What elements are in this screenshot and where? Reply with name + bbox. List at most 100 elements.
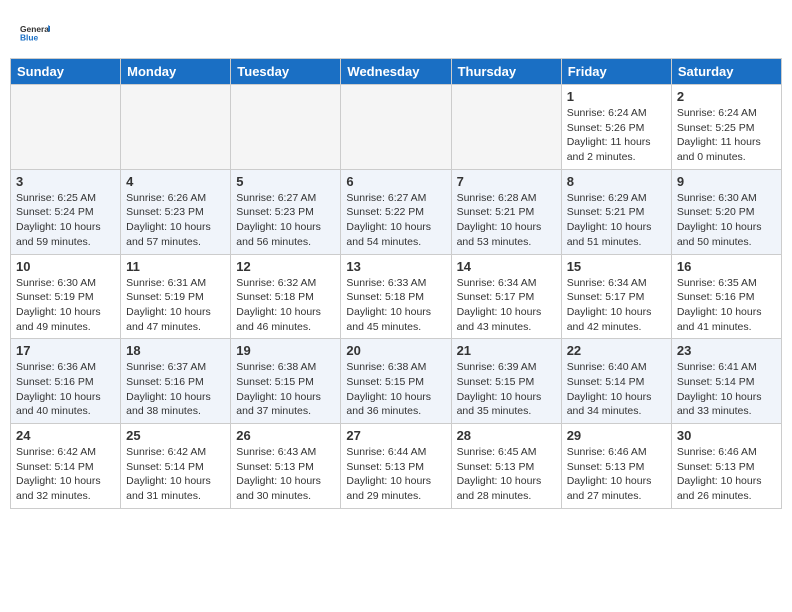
day-number: 11: [126, 259, 225, 274]
day-header-tuesday: Tuesday: [231, 59, 341, 85]
calendar-day-cell: 6Sunrise: 6:27 AM Sunset: 5:22 PM Daylig…: [341, 169, 451, 254]
calendar-day-cell: 19 Sunrise: 6:38 AM Sunset: 5:15 PM Dayli…: [231, 339, 341, 424]
day-info: Sunrise: 6:30 AM Sunset: 5:19 PM Dayligh…: [16, 276, 115, 335]
calendar-day-cell: 24 Sunrise: 6:42 AM Sunset: 5:14 PM Dayli…: [11, 424, 121, 509]
calendar-day-cell: 17 Sunrise: 6:36 AM Sunset: 5:16 PM Dayli…: [11, 339, 121, 424]
calendar-day-cell: 1 Sunrise: 6:24 AM Sunset: 5:26 PM Daylig…: [561, 85, 671, 170]
calendar-day-cell: 11 Sunrise: 6:31 AM Sunset: 5:19 PM Dayli…: [121, 254, 231, 339]
day-header-friday: Friday: [561, 59, 671, 85]
day-info: Sunrise: 6:43 AM Sunset: 5:13 PM Dayligh…: [236, 445, 335, 504]
day-number: 21: [457, 343, 556, 358]
calendar-header-row: SundayMondayTuesdayWednesdayThursdayFrid…: [11, 59, 782, 85]
day-info: Sunrise: 6:37 AM Sunset: 5:16 PM Dayligh…: [126, 360, 225, 419]
calendar-day-cell: 3 Sunrise: 6:25 AM Sunset: 5:24 PM Daylig…: [11, 169, 121, 254]
day-number: 22: [567, 343, 666, 358]
day-info: Sunrise: 6:44 AM Sunset: 5:13 PM Dayligh…: [346, 445, 445, 504]
calendar-day-cell: 7Sunrise: 6:28 AM Sunset: 5:21 PM Daylig…: [451, 169, 561, 254]
day-info: Sunrise: 6:34 AM Sunset: 5:17 PM Dayligh…: [457, 276, 556, 335]
calendar-day-cell: 14Sunrise: 6:34 AM Sunset: 5:17 PM Dayli…: [451, 254, 561, 339]
day-info: Sunrise: 6:32 AM Sunset: 5:18 PM Dayligh…: [236, 276, 335, 335]
day-header-wednesday: Wednesday: [341, 59, 451, 85]
day-number: 13: [346, 259, 445, 274]
calendar-day-cell: 18 Sunrise: 6:37 AM Sunset: 5:16 PM Dayli…: [121, 339, 231, 424]
day-number: 23: [677, 343, 776, 358]
calendar-day-cell: 15Sunrise: 6:34 AM Sunset: 5:17 PM Dayli…: [561, 254, 671, 339]
calendar-day-cell: 2 Sunrise: 6:24 AM Sunset: 5:25 PM Daylig…: [671, 85, 781, 170]
calendar-day-cell: 16Sunrise: 6:35 AM Sunset: 5:16 PM Dayli…: [671, 254, 781, 339]
calendar-day-cell: 28 Sunrise: 6:45 AM Sunset: 5:13 PM Dayli…: [451, 424, 561, 509]
day-info: Sunrise: 6:26 AM Sunset: 5:23 PM Dayligh…: [126, 191, 225, 250]
day-info: Sunrise: 6:40 AM Sunset: 5:14 PM Dayligh…: [567, 360, 666, 419]
calendar-table: SundayMondayTuesdayWednesdayThursdayFrid…: [10, 58, 782, 509]
logo-icon: General Blue: [20, 18, 50, 48]
calendar-day-cell: 26 Sunrise: 6:43 AM Sunset: 5:13 PM Dayli…: [231, 424, 341, 509]
day-info: Sunrise: 6:29 AM Sunset: 5:21 PM Dayligh…: [567, 191, 666, 250]
day-info: Sunrise: 6:31 AM Sunset: 5:19 PM Dayligh…: [126, 276, 225, 335]
day-number: 30: [677, 428, 776, 443]
calendar-day-cell: [451, 85, 561, 170]
day-header-thursday: Thursday: [451, 59, 561, 85]
calendar-day-cell: 9 Sunrise: 6:30 AM Sunset: 5:20 PM Daylig…: [671, 169, 781, 254]
day-number: 3: [16, 174, 115, 189]
calendar-day-cell: 22 Sunrise: 6:40 AM Sunset: 5:14 PM Dayli…: [561, 339, 671, 424]
day-info: Sunrise: 6:35 AM Sunset: 5:16 PM Dayligh…: [677, 276, 776, 335]
day-info: Sunrise: 6:24 AM Sunset: 5:26 PM Dayligh…: [567, 106, 666, 165]
day-info: Sunrise: 6:28 AM Sunset: 5:21 PM Dayligh…: [457, 191, 556, 250]
day-number: 8: [567, 174, 666, 189]
page-header: General Blue: [10, 10, 782, 54]
calendar-day-cell: 5 Sunrise: 6:27 AM Sunset: 5:23 PM Daylig…: [231, 169, 341, 254]
day-number: 5: [236, 174, 335, 189]
calendar-week-row: 17 Sunrise: 6:36 AM Sunset: 5:16 PM Dayli…: [11, 339, 782, 424]
day-number: 18: [126, 343, 225, 358]
day-number: 24: [16, 428, 115, 443]
calendar-week-row: 10Sunrise: 6:30 AM Sunset: 5:19 PM Dayli…: [11, 254, 782, 339]
day-info: Sunrise: 6:39 AM Sunset: 5:15 PM Dayligh…: [457, 360, 556, 419]
day-info: Sunrise: 6:42 AM Sunset: 5:14 PM Dayligh…: [16, 445, 115, 504]
calendar-day-cell: 4 Sunrise: 6:26 AM Sunset: 5:23 PM Daylig…: [121, 169, 231, 254]
day-info: Sunrise: 6:27 AM Sunset: 5:23 PM Dayligh…: [236, 191, 335, 250]
day-number: 20: [346, 343, 445, 358]
calendar-day-cell: 25Sunrise: 6:42 AM Sunset: 5:14 PM Dayli…: [121, 424, 231, 509]
calendar-day-cell: 12 Sunrise: 6:32 AM Sunset: 5:18 PM Dayli…: [231, 254, 341, 339]
day-info: Sunrise: 6:46 AM Sunset: 5:13 PM Dayligh…: [677, 445, 776, 504]
day-info: Sunrise: 6:34 AM Sunset: 5:17 PM Dayligh…: [567, 276, 666, 335]
calendar-day-cell: [341, 85, 451, 170]
day-header-saturday: Saturday: [671, 59, 781, 85]
day-info: Sunrise: 6:38 AM Sunset: 5:15 PM Dayligh…: [236, 360, 335, 419]
day-info: Sunrise: 6:30 AM Sunset: 5:20 PM Dayligh…: [677, 191, 776, 250]
day-info: Sunrise: 6:36 AM Sunset: 5:16 PM Dayligh…: [16, 360, 115, 419]
day-info: Sunrise: 6:33 AM Sunset: 5:18 PM Dayligh…: [346, 276, 445, 335]
day-number: 19: [236, 343, 335, 358]
day-info: Sunrise: 6:25 AM Sunset: 5:24 PM Dayligh…: [16, 191, 115, 250]
day-header-sunday: Sunday: [11, 59, 121, 85]
day-number: 6: [346, 174, 445, 189]
calendar-day-cell: 23 Sunrise: 6:41 AM Sunset: 5:14 PM Dayli…: [671, 339, 781, 424]
day-info: Sunrise: 6:41 AM Sunset: 5:14 PM Dayligh…: [677, 360, 776, 419]
day-number: 25: [126, 428, 225, 443]
day-number: 4: [126, 174, 225, 189]
day-info: Sunrise: 6:45 AM Sunset: 5:13 PM Dayligh…: [457, 445, 556, 504]
calendar-week-row: 24 Sunrise: 6:42 AM Sunset: 5:14 PM Dayli…: [11, 424, 782, 509]
calendar-day-cell: 10Sunrise: 6:30 AM Sunset: 5:19 PM Dayli…: [11, 254, 121, 339]
day-number: 17: [16, 343, 115, 358]
logo: General Blue: [20, 18, 54, 48]
day-header-monday: Monday: [121, 59, 231, 85]
day-number: 1: [567, 89, 666, 104]
day-number: 27: [346, 428, 445, 443]
day-number: 2: [677, 89, 776, 104]
calendar-week-row: 3 Sunrise: 6:25 AM Sunset: 5:24 PM Daylig…: [11, 169, 782, 254]
day-number: 28: [457, 428, 556, 443]
day-info: Sunrise: 6:24 AM Sunset: 5:25 PM Dayligh…: [677, 106, 776, 165]
calendar-day-cell: [121, 85, 231, 170]
day-number: 12: [236, 259, 335, 274]
calendar-day-cell: 27 Sunrise: 6:44 AM Sunset: 5:13 PM Dayli…: [341, 424, 451, 509]
svg-text:Blue: Blue: [20, 33, 39, 43]
day-number: 9: [677, 174, 776, 189]
calendar-day-cell: [11, 85, 121, 170]
calendar-week-row: 1 Sunrise: 6:24 AM Sunset: 5:26 PM Daylig…: [11, 85, 782, 170]
calendar-day-cell: 20 Sunrise: 6:38 AM Sunset: 5:15 PM Dayli…: [341, 339, 451, 424]
day-info: Sunrise: 6:38 AM Sunset: 5:15 PM Dayligh…: [346, 360, 445, 419]
day-number: 29: [567, 428, 666, 443]
day-number: 26: [236, 428, 335, 443]
calendar-day-cell: 29Sunrise: 6:46 AM Sunset: 5:13 PM Dayli…: [561, 424, 671, 509]
